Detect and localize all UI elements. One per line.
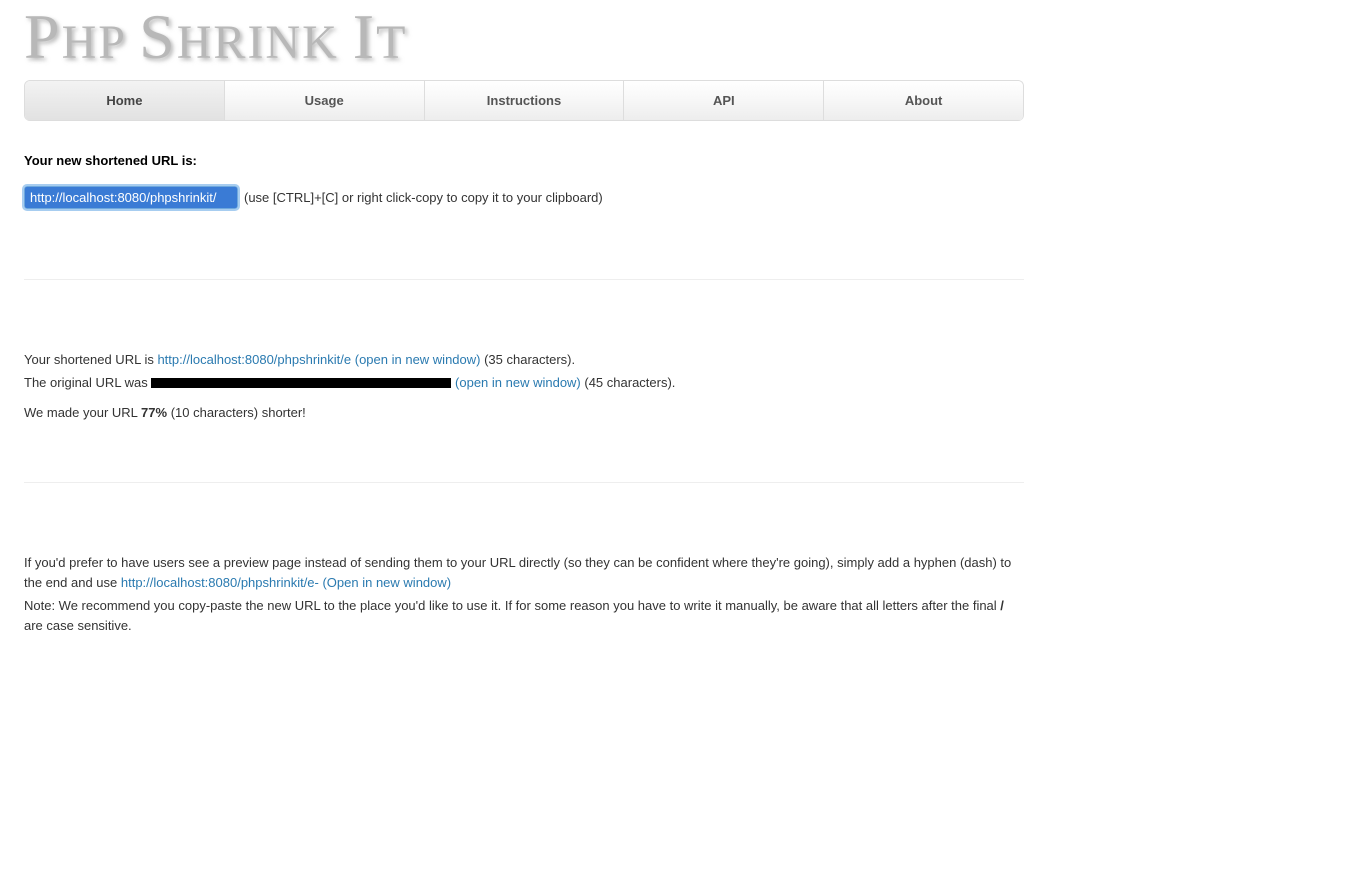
note-prefix: Note: We recommend you copy-paste the ne…: [24, 598, 1000, 613]
shortened-url-input[interactable]: [24, 186, 238, 209]
summary-suffix: (10 characters) shorter!: [167, 405, 306, 420]
divider-2: [24, 482, 1024, 483]
copy-hint: (use [CTRL]+[C] or right click-copy to c…: [244, 188, 603, 208]
summary-percent: 77%: [141, 405, 167, 420]
shortened-url-suffix: (35 characters).: [480, 352, 575, 367]
original-url-open-link[interactable]: (open in new window): [455, 375, 581, 390]
tab-api[interactable]: API: [624, 81, 824, 121]
preview-url-link[interactable]: http://localhost:8080/phpshrinkit/e- (Op…: [121, 575, 451, 590]
tab-home[interactable]: Home: [25, 81, 225, 121]
nav-tabs: Home Usage Instructions API About: [24, 80, 1024, 121]
original-url-suffix: (45 characters).: [581, 375, 676, 390]
tab-instructions[interactable]: Instructions: [425, 81, 625, 121]
redacted-original-url: [151, 378, 451, 388]
shortened-url-prefix: Your shortened URL is: [24, 352, 157, 367]
site-logo: PHP SHRINK IT: [24, 2, 1024, 72]
tab-about[interactable]: About: [824, 81, 1023, 121]
result-heading: Your new shortened URL is:: [24, 151, 1024, 171]
original-url-prefix: The original URL was: [24, 375, 151, 390]
note-slash: /: [1000, 598, 1004, 613]
summary-prefix: We made your URL: [24, 405, 141, 420]
note-suffix: are case sensitive.: [24, 618, 132, 633]
tab-usage[interactable]: Usage: [225, 81, 425, 121]
shortened-url-link[interactable]: http://localhost:8080/phpshrinkit/e (ope…: [157, 352, 480, 367]
divider-1: [24, 279, 1024, 280]
